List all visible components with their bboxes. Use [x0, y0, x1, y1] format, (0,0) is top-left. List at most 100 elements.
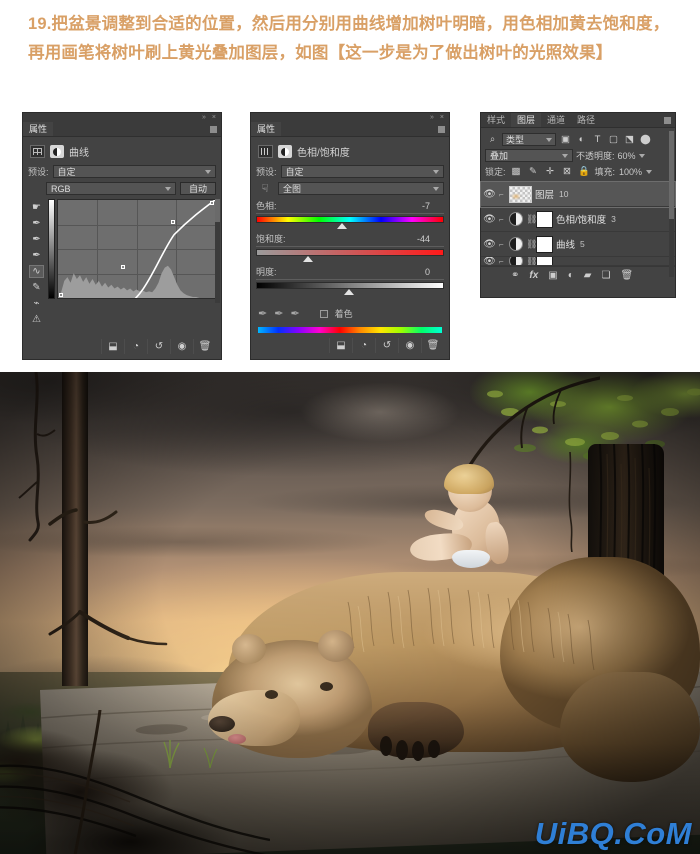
lock-all-icon[interactable]: 🔒	[578, 166, 591, 177]
panel-menu-icon[interactable]	[210, 126, 217, 133]
layer-mask-thumbnail[interactable]	[536, 235, 553, 253]
filter-type-text-icon[interactable]: T	[591, 134, 604, 145]
table-row[interactable]: 👁 ⌐ ⛓	[481, 257, 675, 266]
target-adjust-icon[interactable]: ☛	[29, 201, 44, 214]
view-previous-state-icon[interactable]: ◔	[352, 338, 375, 353]
adjustment-thumbnail[interactable]	[509, 212, 523, 226]
eyedropper-subtract-icon[interactable]: ✒	[290, 307, 299, 320]
filter-type-select[interactable]: 类型	[502, 133, 556, 146]
curves-graph[interactable]	[57, 199, 216, 299]
curve-point-shadow[interactable]	[120, 264, 125, 269]
delete-adjustment-icon[interactable]: 🗑	[193, 339, 216, 354]
mask-link-icon[interactable]: ⛓	[526, 257, 537, 265]
collapse-icon[interactable]: »	[430, 114, 436, 121]
reset-adjustment-icon[interactable]: ↺	[375, 338, 398, 353]
filter-pixel-icon[interactable]: ▣	[559, 134, 572, 145]
layer-visibility-icon[interactable]: 👁	[483, 214, 496, 225]
opacity-value[interactable]: 60%	[618, 151, 636, 161]
clip-to-layer-icon[interactable]: ⬓	[329, 338, 352, 353]
view-previous-state-icon[interactable]: ◔	[124, 339, 147, 354]
filter-smart-object-icon[interactable]: ⬔	[623, 134, 636, 145]
target-adjust-hand-icon[interactable]: ☟	[256, 182, 274, 195]
curve-point-black[interactable]	[59, 293, 63, 297]
tab-styles[interactable]: 样式	[481, 113, 511, 127]
new-group-icon[interactable]: ▰	[584, 270, 592, 281]
mask-link-icon[interactable]: ⛓	[526, 214, 537, 225]
colorize-checkbox[interactable]	[319, 309, 328, 318]
search-icon[interactable]: ⌕	[486, 134, 499, 145]
eyedropper-white-icon[interactable]: ✒	[29, 249, 44, 262]
link-layers-icon[interactable]: ⚭	[511, 270, 519, 281]
delete-layer-icon[interactable]: 🗑	[620, 270, 633, 281]
saturation-slider-track[interactable]	[256, 249, 444, 256]
tab-properties[interactable]: 属性	[23, 122, 54, 136]
close-icon[interactable]: ×	[440, 114, 446, 121]
clipping-warning-icon[interactable]: ⚠	[29, 313, 44, 326]
tab-layers[interactable]: 图层	[511, 113, 542, 127]
tab-channels[interactable]: 通道	[541, 113, 571, 127]
layer-visibility-icon[interactable]: 👁	[483, 189, 496, 200]
hue-slider-knob[interactable]	[336, 223, 347, 229]
chevron-down-icon[interactable]	[646, 169, 653, 174]
lightness-slider-knob[interactable]	[344, 289, 355, 295]
eyedropper-gray-icon[interactable]: ✒	[29, 233, 44, 246]
collapse-icon[interactable]: »	[202, 114, 208, 121]
lock-image-icon[interactable]: ✎	[527, 166, 540, 177]
tab-properties[interactable]: 属性	[251, 122, 282, 136]
blend-mode-select[interactable]: 叠加	[485, 149, 573, 162]
saturation-slider-knob[interactable]	[303, 256, 313, 262]
preset-select[interactable]: 自定	[52, 165, 216, 178]
curves-panel-window-buttons[interactable]: » ×	[202, 113, 218, 122]
huesat-panel-window-buttons[interactable]: » ×	[430, 113, 446, 122]
lock-position-icon[interactable]: ✛	[544, 166, 557, 177]
pencil-draw-tool-icon[interactable]: ✎	[29, 281, 44, 294]
channel-select[interactable]: RGB	[46, 182, 176, 195]
lock-artboard-icon[interactable]: ⊠	[561, 166, 574, 177]
close-icon[interactable]: ×	[212, 114, 218, 121]
curves-scrollbar[interactable]	[215, 199, 220, 303]
tone-curve[interactable]	[58, 200, 215, 299]
layer-thumbnail[interactable]	[509, 185, 532, 203]
new-layer-icon[interactable]: ❏	[602, 270, 611, 281]
tab-paths[interactable]: 路径	[571, 113, 601, 127]
clip-to-layer-toggle-icon[interactable]	[278, 145, 292, 158]
toggle-visibility-icon[interactable]: ◉	[170, 339, 193, 354]
preset-select[interactable]: 自定	[280, 165, 444, 178]
fill-value[interactable]: 100%	[619, 167, 642, 177]
chevron-down-icon[interactable]	[638, 153, 645, 158]
add-layer-mask-icon[interactable]: ▣	[548, 270, 557, 281]
curve-point-highlight[interactable]	[171, 219, 176, 224]
range-select[interactable]: 全图	[278, 182, 444, 195]
table-row[interactable]: 👁 ⌐ ⛓ 色相/饱和度 3	[481, 207, 675, 232]
panel-menu-icon[interactable]	[438, 126, 445, 133]
layer-visibility-icon[interactable]: 👁	[483, 239, 496, 250]
filter-adjustment-icon[interactable]: ◐	[575, 134, 588, 145]
clip-to-layer-icon[interactable]: ⬓	[101, 339, 124, 354]
toggle-visibility-icon[interactable]: ◉	[398, 338, 421, 353]
new-adjustment-layer-icon[interactable]: ◐	[568, 270, 574, 281]
panel-menu-icon[interactable]	[664, 117, 671, 124]
layers-scrollbar[interactable]	[669, 131, 674, 277]
eyedropper-icon[interactable]: ✒	[258, 307, 267, 320]
auto-button[interactable]: 自动	[180, 182, 216, 195]
curve-point-white[interactable]	[210, 201, 214, 205]
filter-toggle-icon[interactable]: ⬤	[639, 134, 652, 145]
smooth-curve-icon[interactable]: ⌁	[29, 297, 44, 310]
layer-mask-thumbnail[interactable]	[536, 210, 553, 228]
layer-visibility-icon[interactable]: 👁	[483, 257, 496, 265]
hue-slider-track[interactable]	[256, 216, 444, 223]
curve-point-tool-icon[interactable]: ∿	[29, 265, 44, 278]
adjustment-thumbnail[interactable]	[509, 257, 523, 265]
filter-shape-icon[interactable]: ▢	[607, 134, 620, 145]
eyedropper-black-icon[interactable]: ✒	[29, 217, 44, 230]
adjustment-thumbnail[interactable]	[509, 237, 523, 251]
clip-to-layer-toggle-icon[interactable]	[50, 145, 64, 158]
lightness-slider-track[interactable]	[256, 282, 444, 289]
delete-adjustment-icon[interactable]: 🗑	[421, 338, 444, 353]
layer-style-fx-icon[interactable]: fx	[529, 270, 538, 281]
mask-link-icon[interactable]: ⛓	[526, 239, 537, 250]
lock-transparency-icon[interactable]: ▩	[510, 166, 523, 177]
eyedropper-add-icon[interactable]: ✒	[274, 307, 283, 320]
table-row[interactable]: 👁 ⌐ 图层 10	[480, 181, 676, 208]
table-row[interactable]: 👁 ⌐ ⛓ 曲线 5	[481, 232, 675, 257]
